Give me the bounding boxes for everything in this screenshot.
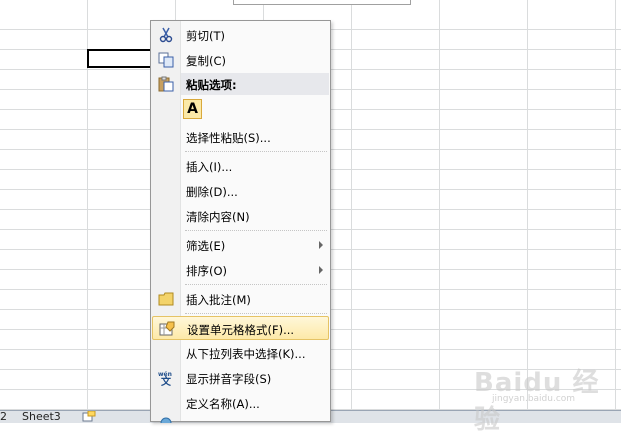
hyperlink-icon [160, 417, 172, 423]
menu-label-pick-from-list: 从下拉列表中选择(K)... [186, 347, 306, 361]
menu-label-phonetic: 显示拼音字段(S) [186, 372, 272, 386]
sheet-tab-partial[interactable]: 2 [0, 411, 7, 423]
sheet-tab-sheet3[interactable]: Sheet3 [22, 411, 61, 423]
menu-item-phonetic[interactable]: wén 文 显示拼音字段(S) [152, 366, 329, 390]
menu-item-pick-from-list[interactable]: 从下拉列表中选择(K)... [152, 341, 329, 365]
active-cell[interactable] [87, 49, 152, 68]
watermark-url: jingyan.baidu.com [492, 394, 576, 404]
submenu-arrow-icon [319, 241, 323, 249]
menu-item-insert-comment[interactable]: 插入批注(M) [152, 287, 329, 311]
svg-text:文: 文 [161, 375, 172, 386]
menu-label-copy: 复制(C) [186, 54, 227, 68]
menu-label-format-cells: 设置单元格格式(F)... [187, 323, 295, 337]
menu-label-insert-comment: 插入批注(M) [186, 293, 251, 307]
submenu-arrow-icon [319, 266, 323, 274]
format-cells-icon [159, 321, 175, 336]
menu-item-copy[interactable]: 复制(C) [152, 48, 329, 72]
clipboard-icon [158, 76, 174, 92]
menu-separator [185, 313, 327, 314]
menu-item-insert[interactable]: 插入(I)... [152, 154, 329, 178]
paste-keep-format-button[interactable]: A [183, 99, 202, 119]
copy-icon [158, 52, 174, 68]
context-menu: 剪切(T) 复制(C) 粘贴选项: A 选择性粘贴(S)... 插入(I)...… [150, 20, 331, 423]
paste-options-label: 粘贴选项: [186, 78, 237, 92]
paste-options-header: 粘贴选项: [181, 73, 329, 95]
scissors-icon [159, 27, 173, 43]
menu-item-cut[interactable]: 剪切(T) [152, 23, 329, 47]
menu-item-clear[interactable]: 清除内容(N) [152, 204, 329, 228]
comment-icon [158, 292, 174, 306]
menu-item-filter[interactable]: 筛选(E) [152, 233, 329, 257]
menu-label-insert: 插入(I)... [186, 160, 233, 174]
menu-item-sort[interactable]: 排序(O) [152, 258, 329, 282]
menu-item-delete[interactable]: 删除(D)... [152, 179, 329, 203]
menu-item-format-cells[interactable]: 设置单元格格式(F)... [152, 316, 329, 340]
menu-label-cut: 剪切(T) [186, 29, 225, 43]
insert-sheet-icon[interactable] [82, 411, 96, 422]
phonetic-icon: wén 文 [158, 371, 172, 386]
menu-label-paste-special: 选择性粘贴(S)... [186, 131, 271, 145]
menu-label-delete: 删除(D)... [186, 185, 238, 199]
menu-label-define-name: 定义名称(A)... [186, 397, 260, 411]
menu-label-filter: 筛选(E) [186, 239, 226, 253]
menu-item-paste-special[interactable]: 选择性粘贴(S)... [152, 125, 329, 149]
menu-label-sort: 排序(O) [186, 264, 228, 278]
menu-item-define-name[interactable]: 定义名称(A)... [152, 391, 329, 415]
menu-label-clear: 清除内容(N) [186, 210, 250, 224]
menu-separator [185, 230, 327, 231]
menu-separator [185, 151, 327, 152]
menu-separator [185, 284, 327, 285]
formula-dropdown-edge [233, 0, 411, 5]
